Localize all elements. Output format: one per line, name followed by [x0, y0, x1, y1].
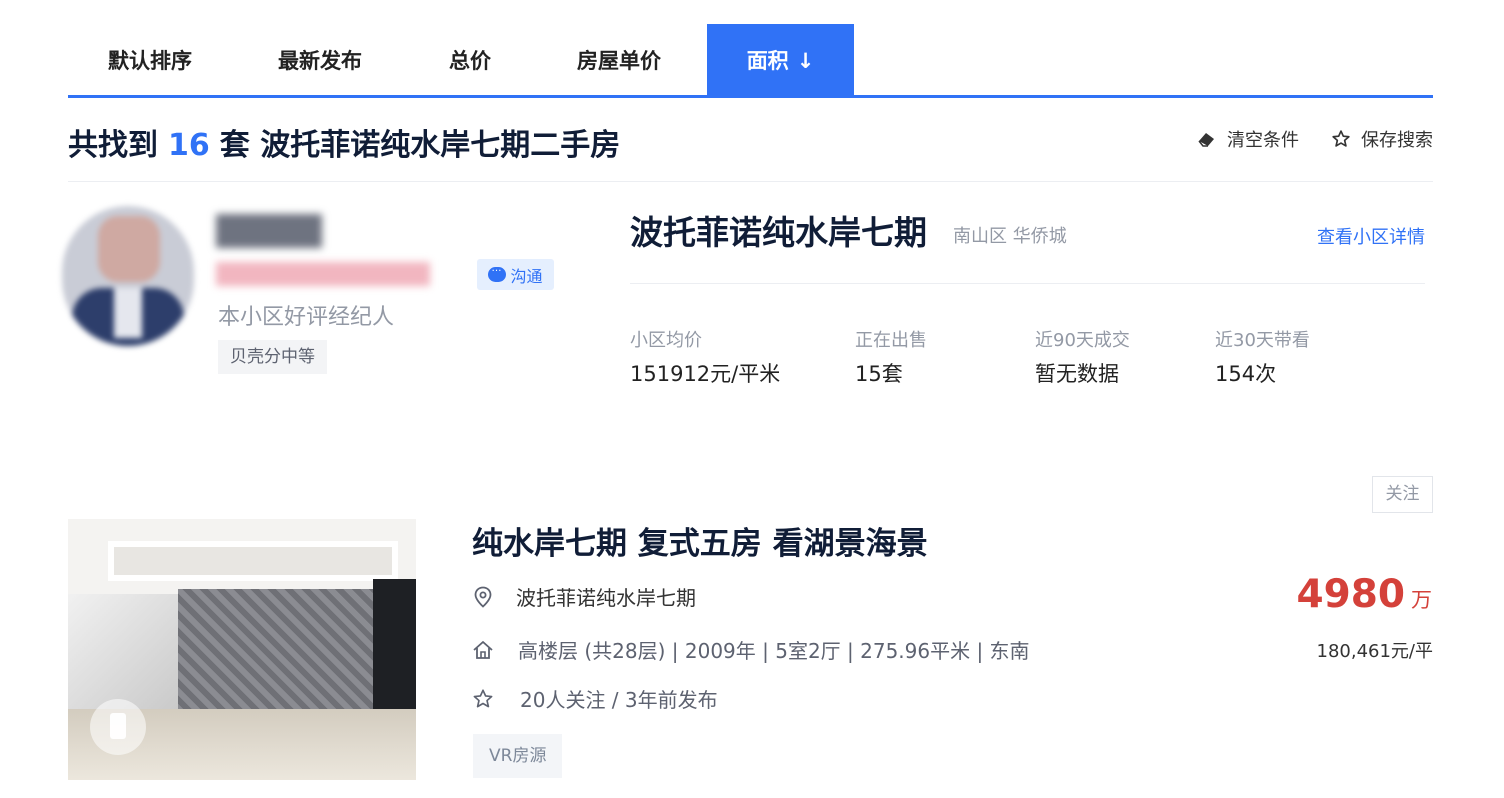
- clear-filters-label: 清空条件: [1227, 130, 1299, 151]
- community-divider: [630, 283, 1425, 284]
- house-icon: [472, 639, 494, 661]
- agent-score-tag: 贝壳分中等: [218, 340, 327, 374]
- listing-house-info: 高楼层 (共28层) | 2009年 | 5室2厅 | 275.96平米 | 东…: [518, 639, 1030, 663]
- chat-icon: [488, 263, 507, 282]
- save-search-button[interactable]: 保存搜索: [1331, 126, 1433, 152]
- star-outline-icon: [472, 688, 494, 710]
- save-search-label: 保存搜索: [1361, 130, 1433, 151]
- community-location: 南山区 华侨城: [953, 226, 1067, 247]
- divider: [68, 181, 1433, 182]
- unit-price: 180,461元/平: [1316, 641, 1434, 662]
- results-prefix: 共找到: [68, 128, 158, 163]
- photo-wallpaper-wall: [178, 589, 388, 729]
- community-detail-link[interactable]: 查看小区详情: [1317, 223, 1425, 249]
- agent-avatar[interactable]: [62, 206, 194, 346]
- sort-tab-newest[interactable]: 最新发布: [250, 24, 390, 96]
- chat-button[interactable]: 沟通: [477, 259, 554, 290]
- stat-value: 暂无数据: [1035, 362, 1119, 386]
- results-count: 16: [168, 128, 210, 163]
- follow-button[interactable]: 关注: [1372, 476, 1433, 513]
- photo-ceiling-recess: [108, 541, 398, 581]
- stat-avg-price: 小区均价 151912元/平米: [630, 326, 780, 388]
- listing-follow-info: 20人关注 / 3年前发布: [520, 688, 718, 712]
- vr-icon[interactable]: [90, 699, 146, 755]
- stat-value: 151912元/平米: [630, 362, 781, 386]
- photo-staircase: [68, 594, 178, 714]
- stat-label: 小区均价: [630, 330, 702, 351]
- total-price: 4980 万: [1296, 572, 1432, 617]
- agent-phone-redacted: [216, 262, 430, 286]
- photo-cabinet: [373, 579, 416, 729]
- listing-title[interactable]: 纯水岸七期 复式五房 看湖景海景: [472, 518, 928, 563]
- avatar-face: [98, 216, 160, 282]
- stat-label: 近30天带看: [1215, 330, 1310, 351]
- listing-house-info-row: 高楼层 (共28层) | 2009年 | 5室2厅 | 275.96平米 | 东…: [472, 635, 1030, 664]
- sort-tab-default[interactable]: 默认排序: [80, 24, 220, 96]
- location-pin-icon: [472, 586, 494, 608]
- stat-label: 近90天成交: [1035, 330, 1130, 351]
- stat-deals-90d: 近90天成交 暂无数据: [1035, 326, 1130, 388]
- sort-tab-area[interactable]: 面积 ↓: [707, 24, 854, 96]
- sort-tab-unit-price[interactable]: 房屋单价: [548, 24, 690, 96]
- stat-on-sale: 正在出售 15套: [855, 326, 927, 388]
- listing-follow-info-row: 20人关注 / 3年前发布: [472, 684, 718, 713]
- agent-description: 本小区好评经纪人: [218, 305, 395, 330]
- sort-arrow-down-icon: ↓: [796, 49, 815, 73]
- sort-tab-area-label: 面积: [746, 49, 789, 73]
- results-heading: 共找到 16 套 波托菲诺纯水岸七期二手房: [68, 120, 620, 164]
- agent-name-redacted: [216, 214, 322, 248]
- listing-community-row: 波托菲诺纯水岸七期: [472, 582, 696, 611]
- total-price-value: 4980: [1296, 572, 1405, 617]
- listing-photo[interactable]: [68, 519, 416, 780]
- results-suffix: 套 波托菲诺纯水岸七期二手房: [219, 128, 621, 163]
- stat-value: 15套: [855, 362, 903, 386]
- sort-tab-total-price[interactable]: 总价: [418, 24, 522, 96]
- eraser-icon: [1198, 133, 1214, 147]
- community-name[interactable]: 波托菲诺纯水岸七期: [630, 206, 927, 254]
- header-actions: 清空条件 保存搜索: [1197, 126, 1433, 152]
- chat-label: 沟通: [510, 266, 543, 286]
- sort-bar: 默认排序 最新发布 总价 房屋单价 面积 ↓: [68, 24, 1433, 98]
- vr-listing-tag: VR房源: [473, 734, 563, 778]
- star-icon: [1332, 130, 1350, 147]
- total-price-unit: 万: [1411, 588, 1432, 612]
- stat-value: 154次: [1215, 362, 1277, 386]
- avatar-shirt: [114, 288, 142, 338]
- clear-filters-button[interactable]: 清空条件: [1197, 126, 1299, 152]
- stat-viewings-30d: 近30天带看 154次: [1215, 326, 1310, 388]
- listing-community-link[interactable]: 波托菲诺纯水岸七期: [516, 582, 696, 611]
- stat-label: 正在出售: [855, 330, 927, 351]
